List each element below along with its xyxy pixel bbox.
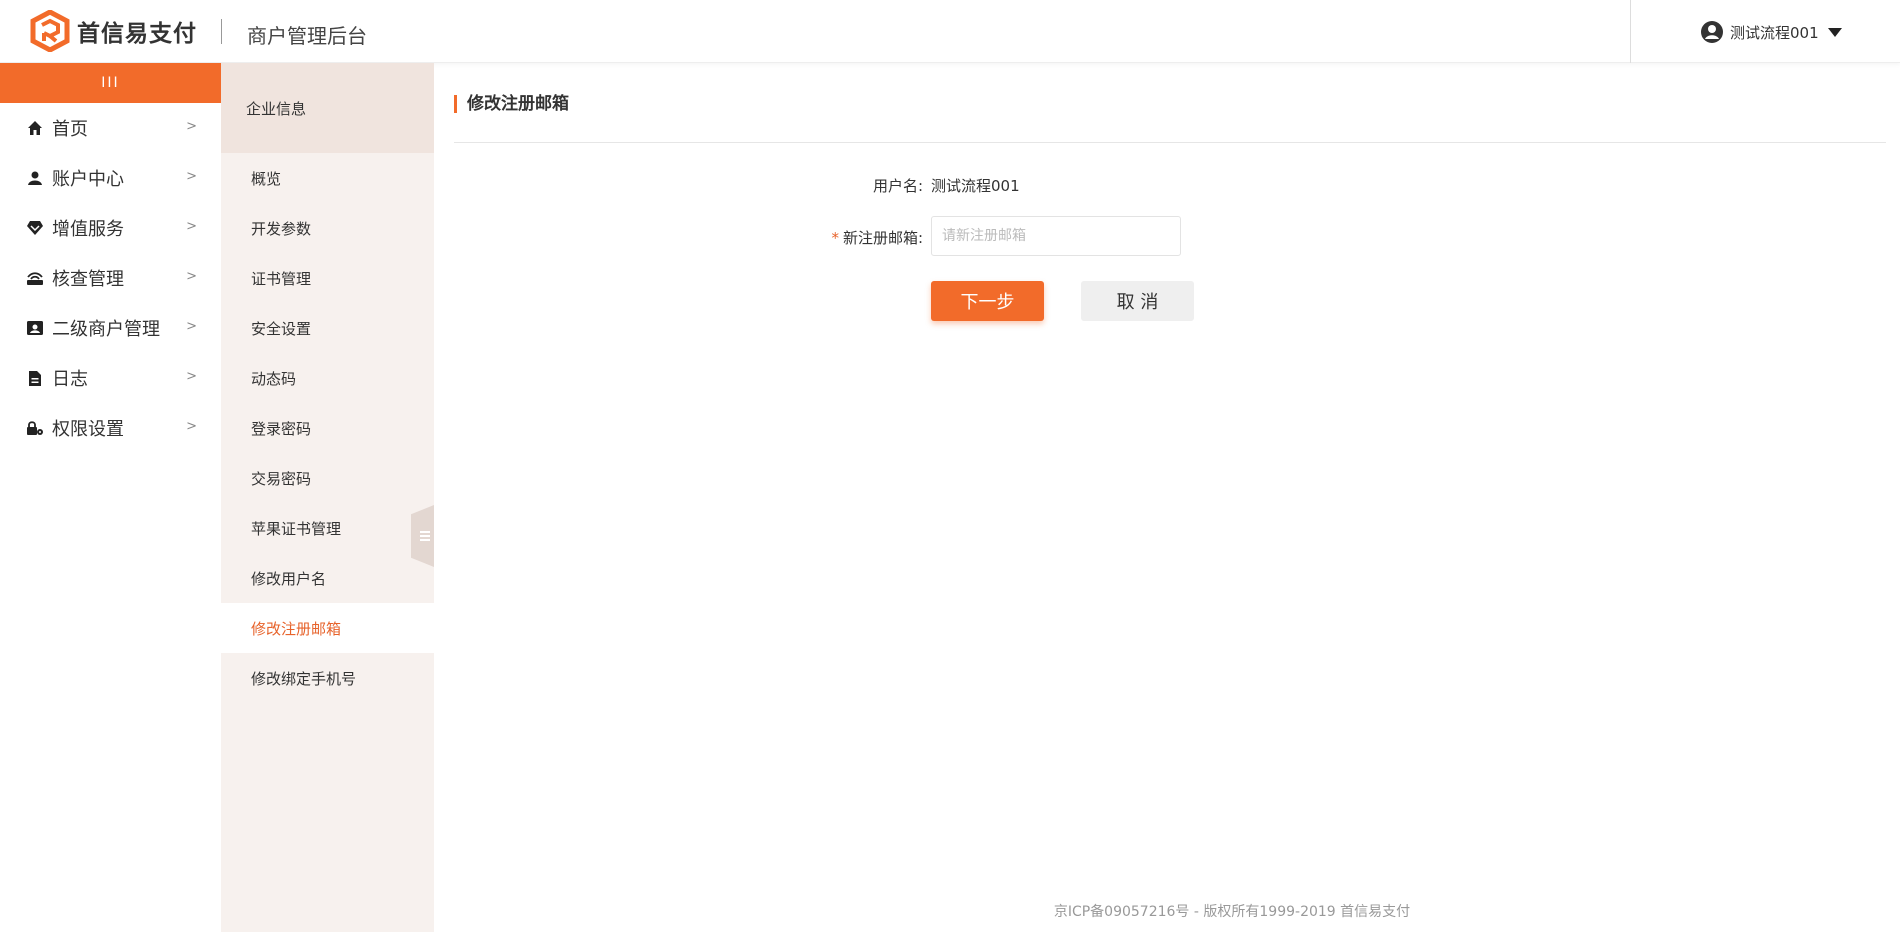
subnav-collapse-handle[interactable] <box>411 505 434 567</box>
username-value: 测试流程001 <box>931 177 1020 195</box>
user-name: 测试流程001 <box>1730 23 1819 42</box>
sidebar-item-permissions[interactable]: 权限设置 > <box>0 403 221 453</box>
user-icon <box>26 169 44 187</box>
secondary-sidebar: 企业信息 概览 开发参数 证书管理 安全设置 动态码 登录密码 交易密码 苹果证… <box>221 63 434 932</box>
subnav-item-security[interactable]: 安全设置 <box>221 303 434 353</box>
new-email-input[interactable] <box>931 216 1181 256</box>
email-label-row: * 新注册邮箱: <box>783 227 923 248</box>
document-icon <box>26 369 44 387</box>
subnav-item-change-email[interactable]: 修改注册邮箱 <box>221 603 434 653</box>
subnav-item-login-password[interactable]: 登录密码 <box>221 403 434 453</box>
top-header: 首信易支付 商户管理后台 测试流程001 <box>0 0 1900 63</box>
sidebar-item-label: 日志 <box>52 369 88 390</box>
router-icon <box>26 269 44 287</box>
cancel-button[interactable]: 取 消 <box>1081 281 1194 321</box>
heart-icon <box>26 219 44 237</box>
page-title: 修改注册邮箱 <box>454 95 569 113</box>
collapse-lines-icon <box>419 535 430 537</box>
sidebar-item-account[interactable]: 账户中心 > <box>0 153 221 203</box>
chevron-right-icon: > <box>186 369 197 384</box>
id-card-icon <box>26 319 44 337</box>
subnav-item-overview[interactable]: 概览 <box>221 153 434 203</box>
subnav-item-dynamic-code[interactable]: 动态码 <box>221 353 434 403</box>
subnav-heading: 企业信息 <box>221 63 434 153</box>
next-button[interactable]: 下一步 <box>931 281 1044 321</box>
menu-toggle-icon: III <box>101 75 120 91</box>
main-content: 修改注册邮箱 用户名: 测试流程001 *新注册邮箱: 下一步 取 消 京ICP… <box>434 63 1900 932</box>
chevron-right-icon: > <box>186 269 197 284</box>
brand-logo-icon <box>30 10 70 52</box>
main-sidebar: III 首页 > 账户中心 > 增值服务 > 核查管理 > 二级商户管理 > 日… <box>0 63 221 932</box>
chevron-right-icon: > <box>186 169 197 184</box>
required-mark: * <box>831 229 839 247</box>
sidebar-item-label: 账户中心 <box>52 169 124 190</box>
app-subtitle: 商户管理后台 <box>247 24 367 48</box>
subnav-item-trade-password[interactable]: 交易密码 <box>221 453 434 503</box>
chevron-right-icon: > <box>186 419 197 434</box>
email-label: 新注册邮箱: <box>842 229 923 247</box>
username-label: 用户名: <box>872 177 923 195</box>
subnav-item-change-username[interactable]: 修改用户名 <box>221 553 434 603</box>
caret-down-icon <box>1827 27 1842 37</box>
sidebar-item-log[interactable]: 日志 > <box>0 353 221 403</box>
sidebar-item-sub-merchant[interactable]: 二级商户管理 > <box>0 303 221 353</box>
subnav-item-change-phone[interactable]: 修改绑定手机号 <box>221 653 434 703</box>
chevron-right-icon: > <box>186 319 197 334</box>
sidebar-item-verification[interactable]: 核查管理 > <box>0 253 221 303</box>
sidebar-item-label: 核查管理 <box>52 269 124 290</box>
sidebar-item-label: 二级商户管理 <box>52 319 160 340</box>
sidebar-item-home[interactable]: 首页 > <box>0 103 221 153</box>
lock-gear-icon <box>26 419 44 437</box>
chevron-right-icon: > <box>186 119 197 134</box>
sidebar-item-label: 权限设置 <box>52 419 124 440</box>
sidebar-toggle[interactable]: III <box>0 63 221 103</box>
user-area-divider <box>1630 0 1631 63</box>
home-icon <box>26 119 44 137</box>
footer: 京ICP备09057216号 - 版权所有1999-2019 首信易支付 <box>434 901 1900 921</box>
sidebar-item-label: 增值服务 <box>52 219 124 240</box>
brand-name: 首信易支付 <box>77 21 197 47</box>
subnav-item-apple-cert[interactable]: 苹果证书管理 <box>221 503 434 553</box>
user-avatar-icon <box>1701 21 1723 43</box>
sidebar-item-label: 首页 <box>52 119 88 140</box>
header-divider <box>221 19 222 44</box>
user-menu[interactable]: 测试流程001 <box>1700 19 1842 45</box>
chevron-right-icon: > <box>186 219 197 234</box>
subnav-item-dev-params[interactable]: 开发参数 <box>221 203 434 253</box>
subnav-item-certificates[interactable]: 证书管理 <box>221 253 434 303</box>
title-divider <box>454 142 1886 143</box>
sidebar-item-value-added[interactable]: 增值服务 > <box>0 203 221 253</box>
footer-copyright: 京ICP备09057216号 - 版权所有1999-2019 首信易支付 <box>1053 904 1411 920</box>
